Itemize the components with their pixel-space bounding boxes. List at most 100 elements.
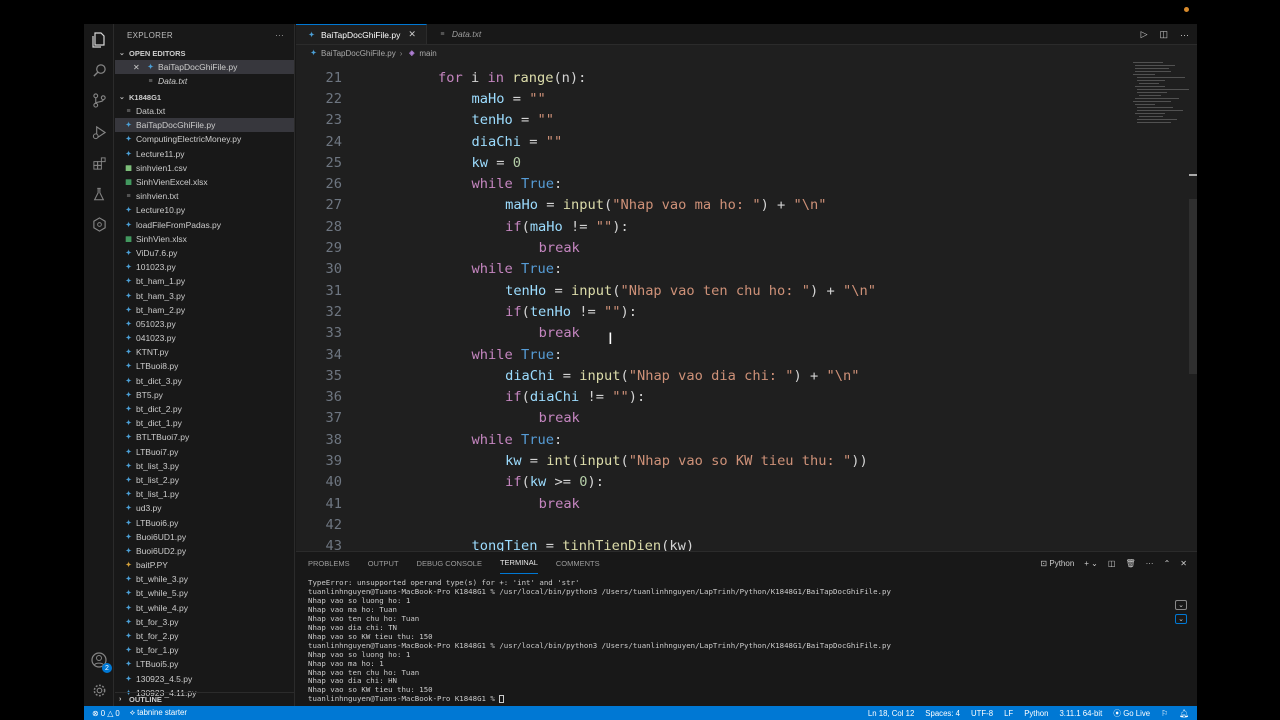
trash-icon[interactable]: 🗑︎: [1125, 559, 1135, 568]
outline-section[interactable]: › OUTLINE: [115, 692, 294, 706]
maximize-icon[interactable]: ⌃: [1164, 559, 1171, 568]
file-item[interactable]: ✦ ViDu7.6.py: [115, 246, 294, 260]
panel-actions: ⊡ Python + ⌄ ◫ 🗑︎ ··· ⌃ ✕: [1040, 552, 1187, 574]
feedback-icon[interactable]: ⚐: [1161, 709, 1168, 718]
file-item[interactable]: ✦ bt_list_1.py: [115, 487, 294, 501]
go-live-button[interactable]: ⦿ Go Live: [1113, 708, 1150, 719]
file-item[interactable]: ✦ bt_while_3.py: [115, 572, 294, 586]
file-item[interactable]: ✦ bt_while_5.py: [115, 586, 294, 600]
breadcrumb-symbol[interactable]: main: [419, 49, 436, 58]
file-item[interactable]: ✦ Buoi6UD2.py: [115, 544, 294, 558]
file-item[interactable]: ✦ bt_ham_2.py: [115, 303, 294, 317]
file-item[interactable]: ✦ BT5.py: [115, 388, 294, 402]
cursor-position[interactable]: Ln 18, Col 12: [868, 709, 914, 718]
split-editor-icon[interactable]: ◫: [1159, 29, 1168, 40]
file-item[interactable]: ✦ bt_list_3.py: [115, 459, 294, 473]
file-item[interactable]: ✦ loadFileFromPadas.py: [115, 218, 294, 232]
file-item[interactable]: ✦ 101023.py: [115, 260, 294, 274]
file-item[interactable]: ✦ KTNT.py: [115, 345, 294, 359]
file-item[interactable]: ✦ bt_ham_1.py: [115, 274, 294, 288]
file-item[interactable]: ✦ bt_list_2.py: [115, 473, 294, 487]
file-item[interactable]: ✦ LTBuoi8.py: [115, 359, 294, 373]
breadcrumb-file[interactable]: BaiTapDocGhiFile.py: [321, 49, 396, 58]
editor-group: ✦ BaiTapDocGhiFile.py ✕ ≡ Data.txt ▷ ◫ ·…: [296, 24, 1197, 551]
file-item[interactable]: ✦ BaiTapDocGhiFile.py: [115, 118, 294, 133]
file-item[interactable]: ▦ SinhVienExcel.xlsx: [115, 175, 294, 189]
more-icon[interactable]: ···: [1146, 559, 1154, 568]
tab-output[interactable]: OUTPUT: [368, 552, 399, 574]
tabnine-status[interactable]: ⟡ tabnine starter: [130, 708, 187, 718]
close-icon[interactable]: ✕: [408, 29, 416, 40]
run-debug-icon[interactable]: [89, 122, 109, 142]
file-item[interactable]: ✦ LTBuoi6.py: [115, 515, 294, 529]
tab-data-txt[interactable]: ≡ Data.txt: [427, 24, 491, 44]
open-editors-section[interactable]: ⌄ OPEN EDITORS: [115, 46, 294, 60]
line-number: 37: [325, 410, 342, 427]
end-of-line[interactable]: LF: [1004, 709, 1013, 718]
more-icon[interactable]: ···: [1180, 30, 1189, 40]
file-item[interactable]: ✦ bt_ham_3.py: [115, 288, 294, 302]
file-item[interactable]: ✦ ud3.py: [115, 501, 294, 515]
terminal-shell[interactable]: ⊡ Python: [1040, 559, 1074, 568]
gear-icon[interactable]: [89, 680, 109, 700]
file-item[interactable]: ✦ bt_for_2.py: [115, 629, 294, 643]
file-item[interactable]: ✦ Lecture10.py: [115, 203, 294, 217]
open-editor-item[interactable]: ≡ Data.txt: [115, 74, 294, 88]
close-icon[interactable]: ✕: [1180, 559, 1187, 568]
tab-baitapdocghifile[interactable]: ✦ BaiTapDocGhiFile.py ✕: [296, 24, 427, 44]
file-item[interactable]: ✦ bt_dict_3.py: [115, 374, 294, 388]
close-icon[interactable]: ✕: [133, 63, 145, 72]
encoding[interactable]: UTF-8: [971, 709, 993, 718]
folder-section[interactable]: ⌄ K1848G1: [115, 90, 294, 104]
file-item[interactable]: ✦ bt_while_4.py: [115, 601, 294, 615]
more-actions-icon[interactable]: ···: [275, 31, 284, 40]
open-editor-item[interactable]: ✕ ✦ BaiTapDocGhiFile.py: [115, 60, 294, 74]
file-item[interactable]: ✦ LTBuoi5.py: [115, 657, 294, 671]
line-number: 43: [325, 538, 342, 551]
file-item[interactable]: ≡ Data.txt: [115, 104, 294, 118]
tab-terminal[interactable]: TERMINAL: [499, 552, 538, 574]
file-item[interactable]: ✦ LTBuoi7.py: [115, 445, 294, 459]
file-item[interactable]: ≡ sinhvien.txt: [115, 189, 294, 203]
vertical-scrollbar[interactable]: [1189, 199, 1197, 374]
terminal-instance-icon[interactable]: ⌄: [1175, 600, 1187, 610]
code-token: "\n": [793, 197, 827, 214]
file-item[interactable]: ▦ sinhvien1.csv: [115, 161, 294, 175]
search-icon[interactable]: [89, 60, 109, 80]
run-icon[interactable]: ▷: [1141, 29, 1148, 40]
file-item[interactable]: ✦ Lecture11.py: [115, 147, 294, 161]
tab-comments[interactable]: COMMENTS: [556, 552, 600, 574]
file-item[interactable]: ✦ bt_dict_2.py: [115, 402, 294, 416]
file-item[interactable]: ✦ 130923_4.5.py: [115, 672, 294, 686]
file-item[interactable]: ▦ SinhVien.xlsx: [115, 232, 294, 246]
terminal-output[interactable]: TypeError: unsupported operand type(s) f…: [308, 578, 1158, 704]
indentation[interactable]: Spaces: 4: [925, 709, 960, 718]
account-icon[interactable]: 2: [89, 650, 112, 673]
tab-debug-console[interactable]: DEBUG CONSOLE: [417, 552, 482, 574]
file-item[interactable]: ✦ baitP.PY: [115, 558, 294, 572]
extensions-icon[interactable]: [89, 153, 109, 173]
problems-status[interactable]: ⊗ 0 △ 0: [92, 709, 120, 718]
split-terminal-icon[interactable]: ◫: [1108, 559, 1116, 568]
file-item[interactable]: ✦ ComputingElectricMoney.py: [115, 132, 294, 146]
file-item[interactable]: ✦ bt_for_3.py: [115, 615, 294, 629]
code-editor[interactable]: 21 for i in range(n): 22 maHo = "" 23 tenHo =…: [296, 68, 1197, 551]
testing-icon[interactable]: [89, 184, 109, 204]
new-terminal-icon[interactable]: + ⌄: [1084, 559, 1098, 568]
tab-problems[interactable]: PROBLEMS: [308, 552, 350, 574]
file-item[interactable]: ✦ BTLTBuoi7.py: [115, 430, 294, 444]
terminal-instance-icon[interactable]: ⌄: [1175, 614, 1187, 624]
file-item[interactable]: ✦ bt_dict_1.py: [115, 416, 294, 430]
minimap[interactable]: [1127, 62, 1189, 142]
file-item[interactable]: ✦ Buoi6UD1.py: [115, 530, 294, 544]
bell-icon[interactable]: 🔔︎: [1179, 709, 1189, 718]
python-interpreter[interactable]: 3.11.1 64-bit: [1059, 709, 1102, 718]
language-mode[interactable]: Python: [1024, 709, 1048, 718]
file-item[interactable]: ✦ 051023.py: [115, 317, 294, 331]
file-item[interactable]: ✦ 041023.py: [115, 331, 294, 345]
explorer-icon[interactable]: [89, 30, 109, 50]
remote-explorer-icon[interactable]: [89, 214, 109, 234]
file-item[interactable]: ✦ bt_for_1.py: [115, 643, 294, 657]
panel-tabs: PROBLEMS OUTPUT DEBUG CONSOLE TERMINAL C…: [296, 552, 1197, 574]
source-control-icon[interactable]: [89, 90, 109, 110]
